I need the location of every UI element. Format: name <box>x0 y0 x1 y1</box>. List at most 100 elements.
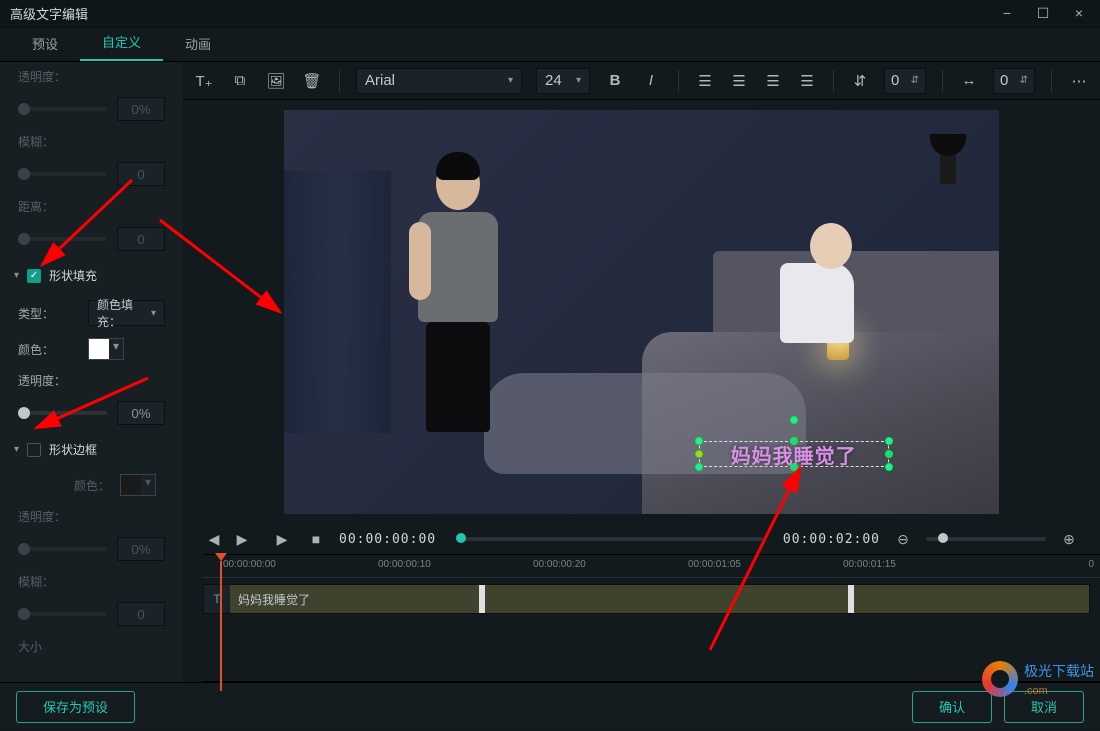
shape-fill-checkbox[interactable]: ✓ <box>27 269 41 283</box>
border-opacity-slider[interactable] <box>18 547 107 551</box>
ruler-end: 0 <box>1088 559 1094 570</box>
border-color-label: 颜色： <box>18 477 110 494</box>
italic-icon[interactable]: I <box>640 72 662 89</box>
blur-input[interactable] <box>117 162 165 186</box>
chevron-down-icon: ▾ <box>151 308 156 319</box>
tab-custom[interactable]: 自定义 <box>80 24 163 61</box>
title-bar: 高级文字编辑 − ☐ × <box>0 0 1100 28</box>
add-text-icon[interactable]: T₊ <box>193 72 215 90</box>
border-opacity-input[interactable] <box>117 537 165 561</box>
chevron-down-icon: ▾ <box>14 270 19 281</box>
cancel-button[interactable]: 取消 <box>1004 691 1084 723</box>
border-blur-input[interactable] <box>117 602 165 626</box>
chevron-down-icon: ▾ <box>508 75 513 86</box>
text-toolbar: T₊ ⧉ 🖼 🗑 Arial ▾ 24 ▾ B I ☰ ☰ ☰ ☰ ⇵ 0⇵ <box>183 62 1100 100</box>
minimize-icon[interactable]: − <box>996 5 1018 22</box>
char-spacing-icon[interactable]: ↔ <box>959 72 979 89</box>
border-color-swatch[interactable]: ▾ <box>120 474 156 496</box>
resize-handle[interactable] <box>695 437 703 445</box>
ok-button[interactable]: 确认 <box>912 691 992 723</box>
distance-input[interactable] <box>117 227 165 251</box>
ruler-tick: 00:00:00:10 <box>378 559 431 570</box>
preview-area: 妈妈我睡觉了 <box>183 100 1100 524</box>
section-shape-border[interactable]: ▾ 形状边框 <box>0 431 183 468</box>
current-timecode: 00:00:00:00 <box>339 532 436 547</box>
fill-opacity-slider[interactable] <box>18 411 107 415</box>
tab-bar: 预设 自定义 动画 <box>0 28 1100 62</box>
progress-bar[interactable] <box>456 537 763 541</box>
playback-bar: ◀ ▶ ▶ ■ 00:00:00:00 00:00:02:00 ⊖ ⊕ <box>183 524 1100 554</box>
more-icon[interactable]: ⋯ <box>1068 72 1090 90</box>
text-track[interactable]: T 妈妈我睡觉了 <box>203 584 1090 614</box>
shape-border-checkbox[interactable] <box>27 443 41 457</box>
image-icon[interactable]: 🖼 <box>265 72 287 90</box>
window-title: 高级文字编辑 <box>10 4 88 23</box>
font-size: 24 <box>545 72 562 89</box>
end-timecode: 00:00:02:00 <box>783 532 880 547</box>
maximize-icon[interactable]: ☐ <box>1032 5 1054 22</box>
ruler-tick: 00:00:01:15 <box>843 559 896 570</box>
opacity-slider[interactable] <box>18 107 107 111</box>
align-right-icon[interactable]: ☰ <box>763 72 783 90</box>
prev-frame-icon[interactable]: ◀ <box>203 531 225 548</box>
color-label: 颜色： <box>18 341 78 358</box>
tab-animation[interactable]: 动画 <box>163 26 233 61</box>
section-shape-fill[interactable]: ▾ ✓ 形状填充 <box>0 257 183 294</box>
zoom-slider[interactable] <box>926 537 1046 541</box>
align-justify-icon[interactable]: ☰ <box>797 72 817 90</box>
fill-type-select[interactable]: 颜色填充： ▾ <box>88 300 165 326</box>
close-icon[interactable]: × <box>1068 5 1090 22</box>
footer: 保存为预设 确认 取消 <box>0 682 1100 730</box>
border-blur-slider[interactable] <box>18 612 107 616</box>
text-track-icon: T <box>204 592 230 606</box>
zoom-out-icon[interactable]: ⊖ <box>892 531 914 548</box>
chevron-down-icon: ▾ <box>576 75 581 86</box>
char-spacing-input[interactable]: 0⇵ <box>993 68 1035 94</box>
window-controls: − ☐ × <box>996 5 1090 22</box>
clip-trim-out[interactable] <box>848 585 854 613</box>
border-opacity-label: 透明度： <box>18 508 78 525</box>
distance-slider[interactable] <box>18 237 107 241</box>
fill-opacity-input[interactable] <box>117 401 165 425</box>
align-left-icon[interactable]: ☰ <box>695 72 715 90</box>
clip-label: 妈妈我睡觉了 <box>238 591 310 608</box>
next-frame-icon[interactable]: ▶ <box>231 531 253 548</box>
crop-text-icon[interactable]: ⧉ <box>229 72 251 89</box>
stop-icon[interactable]: ■ <box>305 531 327 547</box>
save-preset-button[interactable]: 保存为预设 <box>16 691 135 723</box>
resize-handle[interactable] <box>695 463 703 471</box>
clip-trim-in[interactable] <box>479 585 485 613</box>
timeline-ruler[interactable]: 00:00:00:00 00:00:00:10 00:00:00:20 00:0… <box>203 554 1100 578</box>
fill-color-swatch[interactable]: ▾ <box>88 338 124 360</box>
blur-slider[interactable] <box>18 172 107 176</box>
resize-handle[interactable] <box>885 450 893 458</box>
chevron-down-icon: ▾ <box>14 444 19 455</box>
ruler-tick: 00:00:01:05 <box>688 559 741 570</box>
font-size-select[interactable]: 24 ▾ <box>536 68 590 94</box>
zoom-in-icon[interactable]: ⊕ <box>1058 531 1080 548</box>
type-label: 类型： <box>18 305 78 322</box>
caption-box[interactable]: 妈妈我睡觉了 <box>699 441 889 467</box>
bold-icon[interactable]: B <box>604 72 626 89</box>
resize-handle[interactable] <box>885 463 893 471</box>
resize-handle[interactable] <box>790 437 798 445</box>
blur-label: 模糊： <box>18 133 78 150</box>
play-icon[interactable]: ▶ <box>271 531 293 548</box>
delete-icon[interactable]: 🗑 <box>301 72 323 90</box>
resize-handle[interactable] <box>790 463 798 471</box>
opacity-input[interactable] <box>117 97 165 121</box>
rotate-handle[interactable] <box>790 416 798 424</box>
line-spacing-icon[interactable]: ⇵ <box>850 72 870 90</box>
resize-handle[interactable] <box>885 437 893 445</box>
video-frame[interactable]: 妈妈我睡觉了 <box>284 110 999 514</box>
content-area: T₊ ⧉ 🖼 🗑 Arial ▾ 24 ▾ B I ☰ ☰ ☰ ☰ ⇵ 0⇵ <box>183 62 1100 682</box>
fill-type-value: 颜色填充： <box>97 296 151 330</box>
align-center-icon[interactable]: ☰ <box>729 72 749 90</box>
tab-preset[interactable]: 预设 <box>10 26 80 61</box>
text-clip[interactable]: 妈妈我睡觉了 <box>230 585 1089 613</box>
font-select[interactable]: Arial ▾ <box>356 68 522 94</box>
line-height-input[interactable]: 0⇵ <box>884 68 926 94</box>
resize-handle[interactable] <box>695 450 703 458</box>
timeline[interactable]: T 妈妈我睡觉了 <box>203 578 1100 682</box>
font-name: Arial <box>365 72 395 89</box>
